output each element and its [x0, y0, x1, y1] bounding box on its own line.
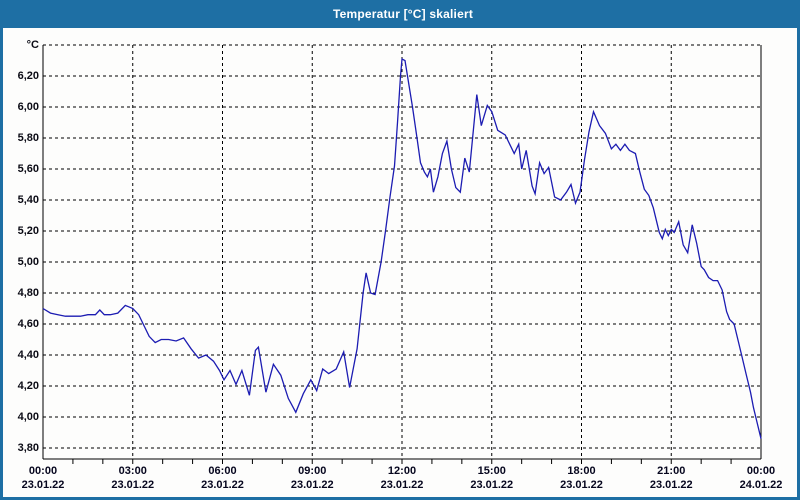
- x-tick-date: 23.01.22: [290, 479, 334, 491]
- y-tick-label: 3,80: [17, 442, 39, 454]
- y-tick-label: 4,40: [17, 349, 39, 361]
- x-tick-time: 00:00: [28, 465, 58, 477]
- x-tick-time: 03:00: [118, 465, 147, 477]
- y-tick-label: 4,80: [17, 287, 39, 299]
- y-tick-label: 5,20: [17, 225, 39, 237]
- y-tick-label: 4,20: [17, 380, 39, 392]
- x-tick-time: 15:00: [477, 465, 506, 477]
- y-tick-label: 4,00: [17, 411, 39, 423]
- x-tick-label: 03:00 23.01.22: [98, 464, 168, 492]
- x-tick-label: 09:00 23.01.22: [277, 464, 347, 492]
- x-tick-label: 06:00 23.01.22: [188, 464, 258, 492]
- x-tick-time: 06:00: [208, 465, 237, 477]
- x-tick-time: 09:00: [298, 465, 327, 477]
- x-tick-date: 23.01.22: [21, 479, 65, 491]
- chart-window: 3,80 4,00 4,20 4,40 4,60 4,80 5,00 5,20 5,40 5,60…: [0, 0, 800, 500]
- x-tick-label: 00:00 23.01.22: [8, 464, 78, 492]
- x-tick-date: 23.01.22: [380, 479, 424, 491]
- x-tick-label: 00:00 24.01.22: [726, 464, 796, 492]
- y-tick-label: 4,60: [17, 318, 39, 330]
- y-axis-unit-label: °C: [26, 39, 39, 51]
- x-tick-date: 23.01.22: [201, 479, 244, 491]
- temperature-line-chart: [42, 44, 762, 464]
- x-tick-label: 18:00 23.01.22: [547, 464, 617, 492]
- y-tick-label: 6,20: [17, 70, 39, 82]
- x-tick-time: 18:00: [567, 465, 596, 477]
- x-tick-date: 23.01.22: [111, 479, 155, 491]
- x-tick-date: 24.01.22: [739, 479, 783, 491]
- x-tick-time: 21:00: [657, 465, 686, 477]
- y-tick-label: 5,80: [17, 132, 39, 144]
- x-tick-label: 21:00 23.01.22: [636, 464, 706, 492]
- window-titlebar[interactable]: Temperatur [°C] skaliert: [3, 0, 800, 28]
- x-tick-label: 15:00 23.01.22: [457, 464, 527, 492]
- x-tick-date: 23.01.22: [470, 479, 514, 491]
- y-tick-label: 6,00: [17, 101, 39, 113]
- x-tick-date: 23.01.22: [560, 479, 603, 491]
- x-tick-date: 23.01.22: [649, 479, 693, 491]
- x-tick-label: 12:00 23.01.22: [367, 464, 437, 492]
- x-tick-time: 12:00: [387, 465, 417, 477]
- window-title: Temperatur [°C] skaliert: [332, 7, 474, 21]
- y-tick-label: 5,60: [17, 163, 39, 175]
- y-tick-label: 5,00: [17, 256, 39, 268]
- x-tick-time: 00:00: [746, 465, 776, 477]
- y-tick-label: 5,40: [17, 194, 39, 206]
